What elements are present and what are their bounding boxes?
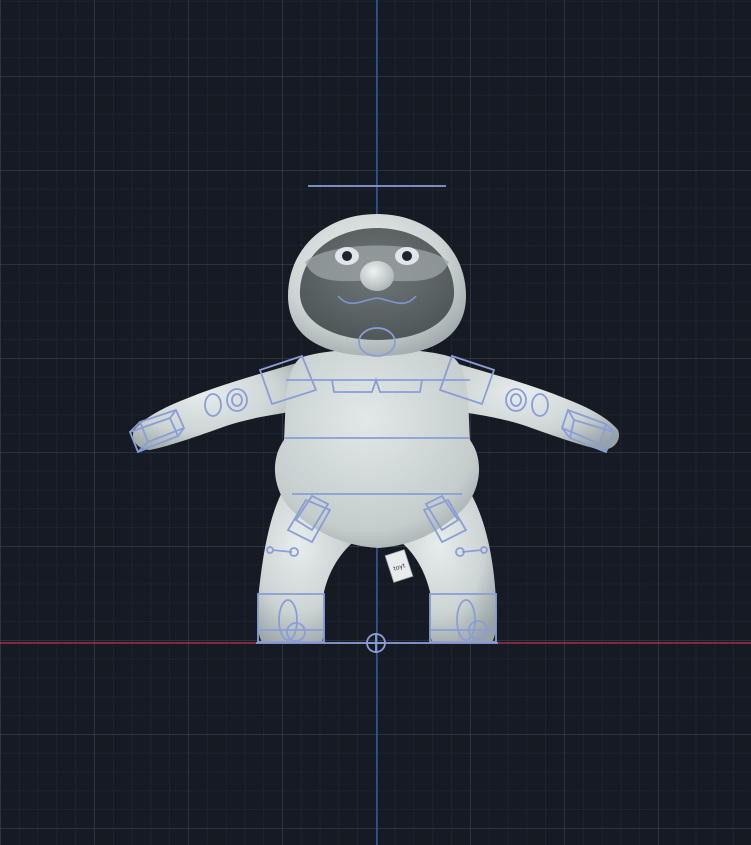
3d-viewport[interactable]: toyt [0, 0, 751, 845]
right-arm-mesh [452, 362, 620, 450]
viewport-scene[interactable]: toyt [0, 0, 751, 845]
left-arm-mesh [132, 362, 300, 450]
sloth-model[interactable]: toyt [132, 214, 620, 642]
nose [360, 261, 394, 291]
belly-tag: toyt [384, 549, 414, 583]
left-pupil [342, 251, 352, 261]
right-pupil [402, 251, 412, 261]
torso-mesh [274, 349, 480, 548]
